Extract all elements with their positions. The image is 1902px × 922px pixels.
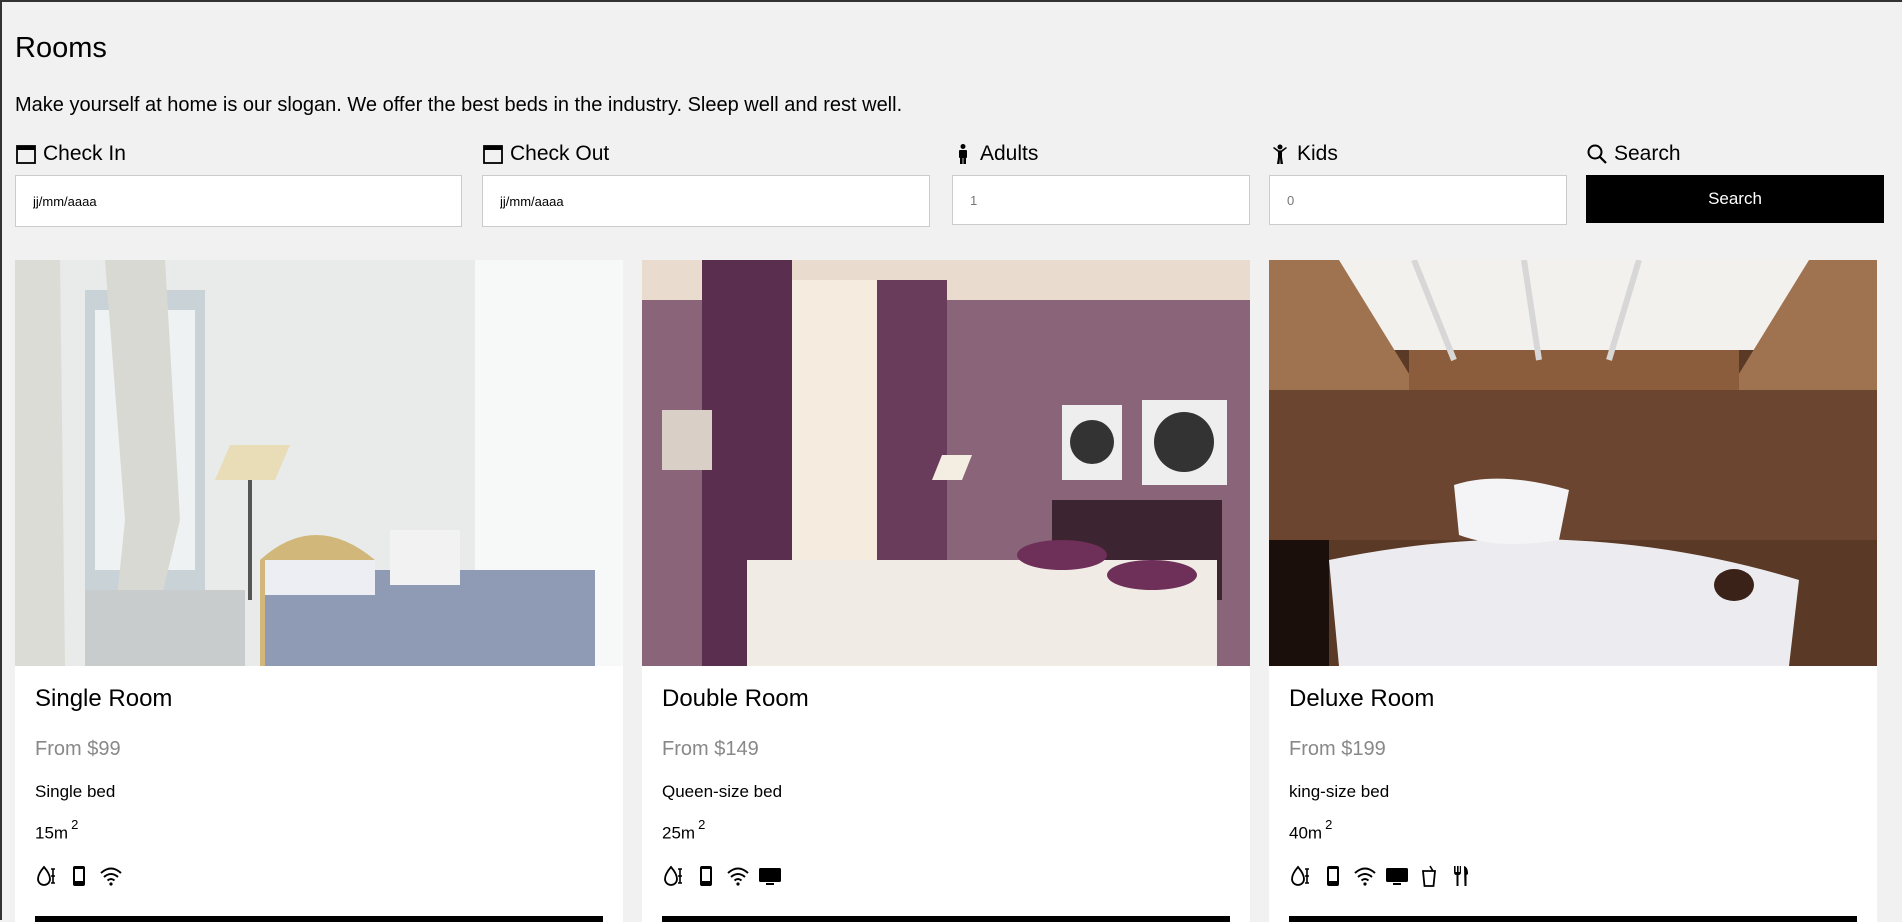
amenities-list xyxy=(662,864,782,888)
room-image[interactable] xyxy=(1269,260,1877,666)
wifi-icon xyxy=(726,864,750,888)
room-card-deluxe: Deluxe Room From $199 king-size bed 40m 2 xyxy=(1269,260,1877,922)
room-bed-type: king-size bed xyxy=(1289,782,1390,801)
room-card-single: Single Room From $99 Single bed 15m 2 xyxy=(15,260,623,922)
child-icon xyxy=(1269,143,1291,165)
calendar-icon xyxy=(15,143,37,165)
tv-icon xyxy=(758,864,782,888)
book-button[interactable] xyxy=(662,916,1230,922)
check-out-label-text: Check Out xyxy=(510,142,610,165)
hair-dryer-icon xyxy=(1289,864,1313,888)
room-size: 25m 2 xyxy=(662,817,706,844)
restaurant-icon xyxy=(1449,864,1473,888)
room-bed-type: Queen-size bed xyxy=(662,782,783,801)
room-size: 40m 2 xyxy=(1289,817,1333,844)
room-price: From $99 xyxy=(35,738,121,760)
page-title: Rooms xyxy=(15,32,107,64)
amenities-list xyxy=(1289,864,1473,888)
wifi-icon xyxy=(99,864,123,888)
room-size: 15m 2 xyxy=(35,817,79,844)
check-out-input[interactable] xyxy=(482,175,930,227)
tv-icon xyxy=(1385,864,1409,888)
check-in-label-text: Check In xyxy=(43,142,126,165)
room-image[interactable] xyxy=(642,260,1250,666)
room-size-sup: 2 xyxy=(698,817,706,832)
search-icon xyxy=(1586,143,1608,165)
adult-icon xyxy=(952,143,974,165)
room-size-value: 15m xyxy=(35,823,69,843)
room-price: From $149 xyxy=(662,738,759,760)
room-name: Deluxe Room xyxy=(1289,685,1435,712)
kids-label: Kids xyxy=(1269,142,1338,166)
phone-icon xyxy=(1321,864,1345,888)
phone-icon xyxy=(67,864,91,888)
room-size-sup: 2 xyxy=(1325,817,1333,832)
kids-label-text: Kids xyxy=(1297,142,1338,165)
search-label-text: Search xyxy=(1614,142,1681,165)
phone-icon xyxy=(694,864,718,888)
room-name: Double Room xyxy=(662,685,809,712)
drink-icon xyxy=(1417,864,1441,888)
wifi-icon xyxy=(1353,864,1377,888)
room-size-value: 25m xyxy=(662,823,696,843)
room-card-double: Double Room From $149 Queen-size bed 25m… xyxy=(642,260,1250,922)
kids-input[interactable] xyxy=(1269,175,1567,225)
check-out-label: Check Out xyxy=(482,142,609,166)
check-in-input[interactable] xyxy=(15,175,462,227)
adults-input[interactable] xyxy=(952,175,1250,225)
search-label: Search xyxy=(1586,142,1681,166)
check-in-label: Check In xyxy=(15,142,126,166)
room-bed-type: Single bed xyxy=(35,782,116,801)
room-price: From $199 xyxy=(1289,738,1386,760)
book-button[interactable] xyxy=(1289,916,1857,922)
room-size-value: 40m xyxy=(1289,823,1323,843)
hair-dryer-icon xyxy=(35,864,59,888)
amenities-list xyxy=(35,864,123,888)
adults-label: Adults xyxy=(952,142,1038,166)
book-button[interactable] xyxy=(35,916,603,922)
room-name: Single Room xyxy=(35,685,173,712)
adults-label-text: Adults xyxy=(980,142,1039,165)
page-slogan: Make yourself at home is our slogan. We … xyxy=(15,94,903,116)
calendar-icon xyxy=(482,143,504,165)
room-size-sup: 2 xyxy=(71,817,79,832)
search-button[interactable]: Search xyxy=(1586,175,1884,223)
room-image[interactable] xyxy=(15,260,623,666)
hair-dryer-icon xyxy=(662,864,686,888)
